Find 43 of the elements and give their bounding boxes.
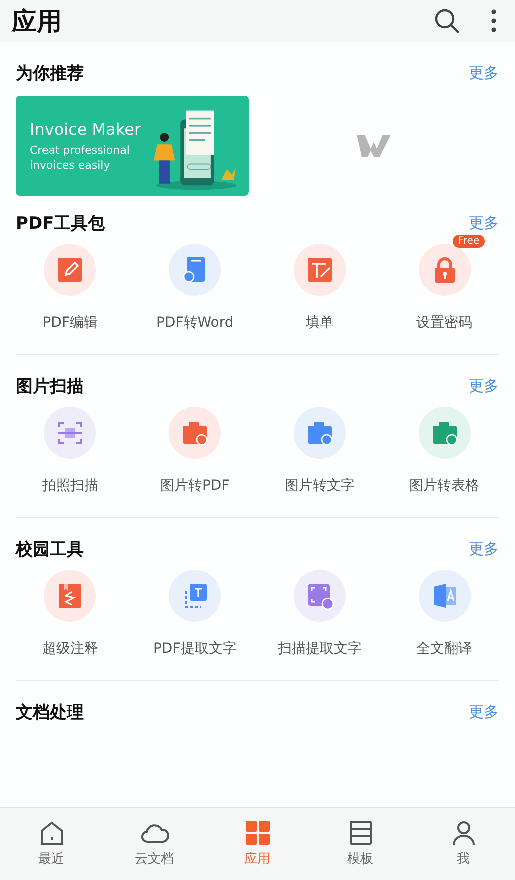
nav-tab[interactable]: 我 bbox=[424, 820, 504, 868]
section-title: 为你推荐 bbox=[16, 62, 84, 84]
search-icon[interactable] bbox=[434, 8, 460, 34]
tool-label: 图片转表格 bbox=[410, 477, 480, 495]
tool-label: 设置密码 bbox=[416, 314, 473, 332]
camera-icon bbox=[306, 419, 334, 447]
nav-tab[interactable]: 模板 bbox=[320, 820, 400, 868]
scan-text-icon bbox=[306, 582, 334, 610]
tool-label: PDF编辑 bbox=[42, 314, 98, 332]
tool-label: PDF提取文字 bbox=[153, 640, 237, 658]
tool-label: 拍照扫描 bbox=[42, 477, 98, 495]
more-link[interactable]: 更多 bbox=[469, 214, 499, 232]
free-badge: Free bbox=[453, 235, 485, 248]
nav-tab[interactable]: 应用 bbox=[218, 820, 298, 868]
section-title: 文档处理 bbox=[16, 702, 84, 724]
tool-label: 超级注释 bbox=[42, 640, 98, 658]
pencil-icon bbox=[56, 256, 84, 284]
section-title: 图片扫描 bbox=[16, 376, 84, 398]
scan-icon bbox=[56, 419, 84, 447]
banner-subtitle: Creat professional invoices easily bbox=[30, 142, 131, 172]
more-link[interactable]: 更多 bbox=[469, 64, 499, 82]
grid-icon bbox=[244, 820, 272, 846]
page-title: 应用 bbox=[12, 6, 62, 38]
form-icon bbox=[306, 256, 334, 284]
nav-tab[interactable]: 云文档 bbox=[114, 820, 194, 868]
banner-title: Invoice Maker bbox=[30, 120, 142, 138]
logo-icon bbox=[356, 133, 392, 159]
camera-icon bbox=[430, 419, 459, 447]
tool-label: 图片转PDF bbox=[160, 477, 230, 495]
more-link[interactable]: 更多 bbox=[469, 702, 499, 722]
more-link[interactable]: 更多 bbox=[469, 540, 499, 558]
promo-banner[interactable]: Invoice Maker Creat professional invoices easily bbox=[16, 96, 249, 196]
more-link[interactable]: 更多 bbox=[469, 376, 499, 396]
tool-label: PDF转Word bbox=[156, 314, 234, 332]
more-options-icon[interactable] bbox=[490, 9, 498, 33]
tool-label: 全文翻译 bbox=[416, 640, 473, 658]
section-title: 校园工具 bbox=[16, 538, 84, 560]
nav-tab[interactable]: 最近 bbox=[12, 820, 92, 868]
tool-label: 扫描提取文字 bbox=[278, 640, 362, 658]
tool-label: 填单 bbox=[306, 314, 334, 332]
section-title: PDF工具包 bbox=[16, 212, 106, 234]
camera-icon bbox=[181, 419, 210, 447]
tool-label: 图片转文字 bbox=[284, 477, 355, 495]
